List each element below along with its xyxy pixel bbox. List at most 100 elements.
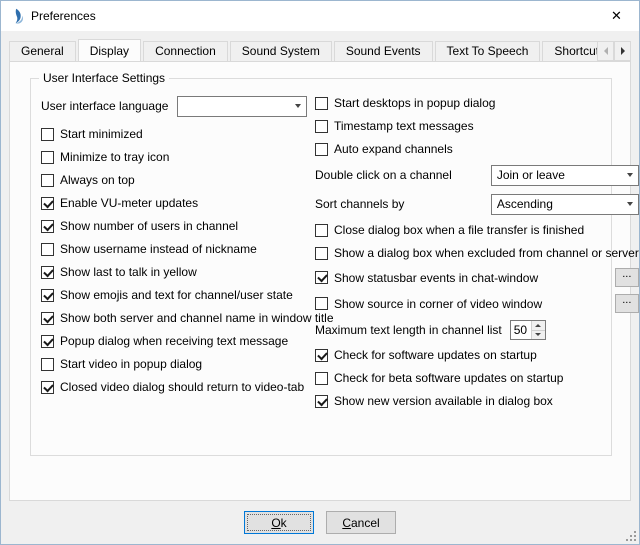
checkbox[interactable] <box>41 197 54 210</box>
checkbox[interactable] <box>41 335 54 348</box>
checkbox[interactable] <box>41 151 54 164</box>
chevron-left-icon <box>604 47 608 55</box>
user-interface-settings-group: User Interface Settings User interface l… <box>30 78 612 456</box>
ok-accel: O <box>271 516 280 530</box>
checkbox[interactable] <box>41 312 54 325</box>
checkbox-row-closed-video-return[interactable]: Closed video dialog should return to vid… <box>41 379 315 395</box>
checkbox[interactable] <box>41 266 54 279</box>
checkbox-row-desktops-popup[interactable]: Start desktops in popup dialog <box>315 95 639 111</box>
chevron-down-icon <box>295 104 301 108</box>
checkbox[interactable] <box>41 243 54 256</box>
spinner-value: 50 <box>511 321 531 339</box>
app-icon <box>9 8 25 24</box>
checkbox[interactable] <box>41 220 54 233</box>
tab-scroll-left-button[interactable] <box>597 41 614 61</box>
spinner-buttons <box>531 321 545 339</box>
tab-sound-events[interactable]: Sound Events <box>334 41 433 61</box>
max-text-length-row: Maximum text length in channel list 50 <box>315 320 639 340</box>
checkbox-row-last-to-talk-yellow[interactable]: Show last to talk in yellow <box>41 264 315 280</box>
chevron-up-icon <box>535 324 541 327</box>
checkbox-row-check-updates[interactable]: Check for software updates on startup <box>315 347 639 363</box>
chevron-down-icon <box>627 202 633 206</box>
dropdown-value: Ascending <box>497 197 553 211</box>
checkbox-row-popup-on-text-message[interactable]: Popup dialog when receiving text message <box>41 333 315 349</box>
checkbox-label: Close dialog box when a file transfer is… <box>334 223 584 237</box>
checkbox-label: Popup dialog when receiving text message <box>60 334 288 348</box>
checkbox[interactable] <box>315 224 328 237</box>
checkbox-label: Timestamp text messages <box>334 119 474 133</box>
checkbox-label: Check for beta software updates on start… <box>334 371 563 385</box>
tab-scroll-right-button[interactable] <box>614 41 631 61</box>
checkbox-row-video-popup-dialog[interactable]: Start video in popup dialog <box>41 356 315 372</box>
language-dropdown[interactable] <box>177 96 307 117</box>
right-settings-column: Start desktops in popup dialog Timestamp… <box>315 95 639 409</box>
checkbox-row-close-on-transfer-finished[interactable]: Close dialog box when a file transfer is… <box>315 222 639 238</box>
checkbox[interactable] <box>41 358 54 371</box>
checkbox-row-timestamp-messages[interactable]: Timestamp text messages <box>315 118 639 134</box>
checkbox[interactable] <box>315 395 328 408</box>
checkbox-label: Auto expand channels <box>334 142 453 156</box>
checkbox[interactable] <box>41 174 54 187</box>
checkbox-row-dialog-when-excluded[interactable]: Show a dialog box when excluded from cha… <box>315 245 639 261</box>
close-button[interactable]: ✕ <box>594 2 639 31</box>
checkbox-label: Start desktops in popup dialog <box>334 96 495 110</box>
sort-channels-label: Sort channels by <box>315 197 404 211</box>
checkbox-row-emojis-and-text[interactable]: Show emojis and text for channel/user st… <box>41 287 315 303</box>
cancel-button[interactable]: Cancel <box>326 511 396 534</box>
tab-sound-system[interactable]: Sound System <box>230 41 332 61</box>
checkbox-row-start-minimized[interactable]: Start minimized <box>41 126 315 142</box>
checkbox[interactable] <box>315 349 328 362</box>
spinner-down-button[interactable] <box>532 331 545 340</box>
resize-grip[interactable] <box>624 529 637 542</box>
language-row: User interface language <box>41 95 315 117</box>
checkbox[interactable] <box>41 381 54 394</box>
max-text-length-label: Maximum text length in channel list <box>315 323 502 337</box>
video-source-corner-row[interactable]: Show source in corner of video window ..… <box>315 294 639 313</box>
checkbox-label: Show username instead of nickname <box>60 242 257 256</box>
statusbar-events-config-button[interactable]: ... <box>615 268 639 287</box>
statusbar-events-row[interactable]: Show statusbar events in chat-window ... <box>315 268 639 287</box>
video-source-config-button[interactable]: ... <box>615 294 639 313</box>
dialog-footer: Ok Cancel <box>1 511 639 534</box>
checkbox-row-server-channel-in-title[interactable]: Show both server and channel name in win… <box>41 310 315 326</box>
checkbox-label: Show source in corner of video window <box>334 297 542 311</box>
group-title: User Interface Settings <box>39 71 169 85</box>
tab-display[interactable]: Display <box>78 39 141 61</box>
checkbox-label: Show new version available in dialog box <box>334 394 553 408</box>
tab-connection[interactable]: Connection <box>143 41 228 61</box>
checkbox-row-auto-expand-channels[interactable]: Auto expand channels <box>315 141 639 157</box>
tab-scroll-buttons <box>597 41 631 61</box>
checkbox-row-new-version-dialog[interactable]: Show new version available in dialog box <box>315 393 639 409</box>
checkbox[interactable] <box>315 120 328 133</box>
checkbox[interactable] <box>315 271 328 284</box>
checkbox-row-check-beta-updates[interactable]: Check for beta software updates on start… <box>315 370 639 386</box>
checkbox-row-username-instead-nickname[interactable]: Show username instead of nickname <box>41 241 315 257</box>
checkbox[interactable] <box>315 297 328 310</box>
checkbox-label: Start video in popup dialog <box>60 357 202 371</box>
double-click-row: Double click on a channel Join or leave <box>315 164 639 186</box>
max-text-length-spinner[interactable]: 50 <box>510 320 546 340</box>
left-settings-column: User interface language Start minimized … <box>41 95 315 409</box>
chevron-down-icon <box>535 333 541 336</box>
checkbox[interactable] <box>41 289 54 302</box>
sort-channels-dropdown[interactable]: Ascending <box>491 194 639 215</box>
sort-channels-row: Sort channels by Ascending <box>315 193 639 215</box>
checkbox-label: Show statusbar events in chat-window <box>334 271 538 285</box>
titlebar[interactable]: Preferences ✕ <box>1 1 639 31</box>
ok-button[interactable]: Ok <box>244 511 314 534</box>
checkbox[interactable] <box>41 128 54 141</box>
checkbox-row-minimize-to-tray[interactable]: Minimize to tray icon <box>41 149 315 165</box>
checkbox[interactable] <box>315 372 328 385</box>
checkbox[interactable] <box>315 247 328 260</box>
spinner-up-button[interactable] <box>532 321 545 331</box>
double-click-dropdown[interactable]: Join or leave <box>491 165 639 186</box>
checkbox-label: Start minimized <box>60 127 143 141</box>
checkbox-row-show-user-count[interactable]: Show number of users in channel <box>41 218 315 234</box>
checkbox[interactable] <box>315 143 328 156</box>
checkbox-row-always-on-top[interactable]: Always on top <box>41 172 315 188</box>
tab-text-to-speech[interactable]: Text To Speech <box>435 41 541 61</box>
checkbox[interactable] <box>315 97 328 110</box>
checkbox-row-vu-meter-updates[interactable]: Enable VU-meter updates <box>41 195 315 211</box>
tab-general[interactable]: General <box>9 41 76 61</box>
checkbox-label: Show a dialog box when excluded from cha… <box>334 246 639 260</box>
